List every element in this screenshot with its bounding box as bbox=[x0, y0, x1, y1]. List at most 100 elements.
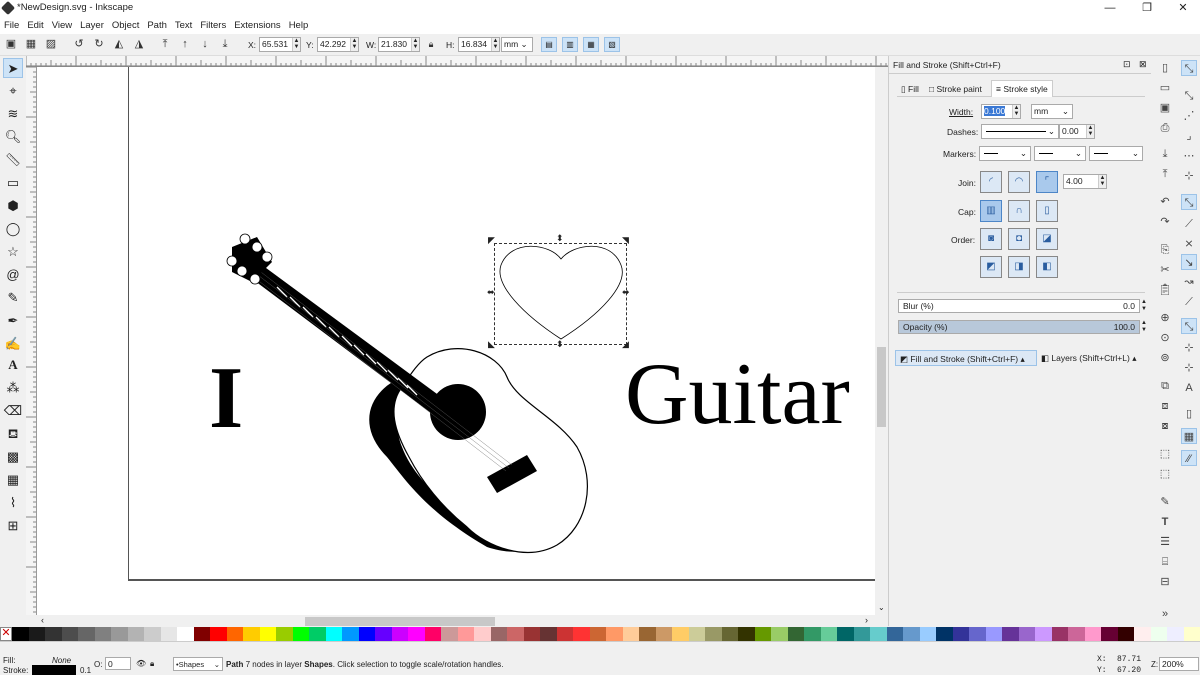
vertical-scroll-thumb[interactable] bbox=[877, 347, 886, 427]
menu-view[interactable]: View bbox=[48, 17, 76, 34]
miter-limit-spin-icon[interactable]: ▲ ▼ bbox=[1098, 175, 1106, 188]
raise-icon[interactable]: ↑ bbox=[178, 37, 192, 51]
save-icon[interactable]: ▣ bbox=[1157, 100, 1173, 116]
pen-tool-icon[interactable]: ✒ bbox=[3, 311, 23, 331]
fill-stroke-dialog-icon[interactable]: ✎ bbox=[1157, 494, 1173, 510]
print-icon[interactable]: ⎙ bbox=[1157, 120, 1173, 136]
snap-bbox-corners-icon[interactable]: ⌟ bbox=[1181, 128, 1197, 144]
lower-icon[interactable]: ↓ bbox=[198, 37, 212, 51]
scale-handle-n-icon[interactable]: ⬍ bbox=[556, 233, 564, 244]
open-icon[interactable]: ▭ bbox=[1157, 80, 1173, 96]
snap-others-icon[interactable]: ⤡ bbox=[1181, 318, 1197, 334]
miter-limit-input[interactable]: 4.00 ▲ ▼ bbox=[1063, 174, 1107, 189]
menu-object[interactable]: Object bbox=[108, 17, 143, 34]
palette-swatch[interactable] bbox=[226, 627, 243, 641]
palette-swatch[interactable] bbox=[540, 627, 557, 641]
width-unit-select[interactable]: mm ⌄ bbox=[1031, 104, 1073, 119]
palette-swatch[interactable] bbox=[721, 627, 738, 641]
new-document-icon[interactable]: ▯ bbox=[1157, 60, 1173, 76]
palette-swatch[interactable] bbox=[474, 627, 491, 641]
connector-tool-icon[interactable]: ⊞ bbox=[3, 516, 23, 536]
deselect-icon[interactable]: ▨ bbox=[44, 37, 58, 51]
snap-bbox-centers-icon[interactable]: ⊹ bbox=[1181, 168, 1197, 184]
rotate-cw-icon[interactable]: ↻ bbox=[92, 37, 106, 51]
palette-swatch[interactable] bbox=[1150, 627, 1167, 641]
palette-swatch[interactable] bbox=[342, 627, 359, 641]
palette-swatch[interactable] bbox=[1117, 627, 1134, 641]
x-spin-icon[interactable]: ▲ ▼ bbox=[292, 38, 300, 51]
palette-swatch[interactable] bbox=[1101, 627, 1118, 641]
more-commands-icon[interactable]: » bbox=[1157, 606, 1173, 622]
palette-swatch[interactable] bbox=[771, 627, 788, 641]
snap-bbox-edges-icon[interactable]: ⋰ bbox=[1181, 108, 1197, 124]
tweak-tool-icon[interactable]: ≋ bbox=[3, 104, 23, 124]
undo-icon[interactable]: ↶ bbox=[1157, 194, 1173, 210]
width-input[interactable]: 0.100 ▲ ▼ bbox=[981, 104, 1021, 119]
star-tool-icon[interactable]: ☆ bbox=[3, 242, 23, 262]
snap-intersections-icon[interactable]: ⨯ bbox=[1181, 236, 1197, 252]
menu-path[interactable]: Path bbox=[143, 17, 171, 34]
palette-swatch[interactable] bbox=[276, 627, 293, 641]
node-tool-icon[interactable]: ⌖ bbox=[3, 81, 23, 101]
xml-editor-icon[interactable]: ⌸ bbox=[1157, 554, 1173, 570]
menu-filters[interactable]: Filters bbox=[196, 17, 230, 34]
lower-to-bottom-icon[interactable]: ⤓ bbox=[218, 37, 232, 51]
blur-slider[interactable]: Blur (%) 0.0 bbox=[898, 299, 1140, 313]
stroke-swatch[interactable] bbox=[32, 665, 76, 675]
eye-icon[interactable]: 👁︎ bbox=[136, 659, 146, 668]
clone-icon[interactable]: ⧈ bbox=[1157, 398, 1173, 414]
palette-swatch[interactable] bbox=[78, 627, 95, 641]
snap-grids-icon[interactable]: ▦ bbox=[1181, 428, 1197, 444]
zoom-drawing-icon[interactable]: ⊙ bbox=[1157, 330, 1173, 346]
snap-paths-icon[interactable]: ⟋ bbox=[1181, 216, 1197, 232]
paint-bucket-tool-icon[interactable]: ⛾ bbox=[3, 424, 23, 444]
pencil-tool-icon[interactable]: ✎ bbox=[3, 288, 23, 308]
palette-swatch[interactable] bbox=[309, 627, 326, 641]
palette-swatch[interactable] bbox=[754, 627, 771, 641]
palette-swatch[interactable] bbox=[853, 627, 870, 641]
menu-extensions[interactable]: Extensions bbox=[230, 17, 284, 34]
palette-swatch[interactable] bbox=[573, 627, 590, 641]
copy-icon[interactable]: ⎘ bbox=[1157, 242, 1173, 258]
palette-swatch[interactable] bbox=[28, 627, 45, 641]
flip-vertical-icon[interactable]: ◮ bbox=[132, 37, 146, 51]
snap-centers-icon[interactable]: ⊹ bbox=[1181, 340, 1197, 356]
flip-horizontal-icon[interactable]: ◭ bbox=[112, 37, 126, 51]
dock-tab-fill-stroke[interactable]: ◩ Fill and Stroke (Shift+Ctrl+F) ▴ bbox=[895, 350, 1037, 366]
scale-handle-e-icon[interactable]: ⬌ bbox=[622, 287, 630, 298]
join-miter-icon[interactable]: ⌜ bbox=[1036, 171, 1058, 193]
measure-tool-icon[interactable]: 📏︎ bbox=[3, 150, 23, 170]
gradient-tool-icon[interactable]: ▩ bbox=[3, 447, 23, 467]
no-paint-icon[interactable]: ✕ bbox=[0, 627, 12, 641]
palette-swatch[interactable] bbox=[655, 627, 672, 641]
palette-swatch[interactable] bbox=[375, 627, 392, 641]
snap-nodes-icon[interactable]: ⤡ bbox=[1181, 194, 1197, 210]
scale-handle-nw-icon[interactable]: ◤ bbox=[488, 235, 495, 246]
scale-handle-ne-icon[interactable]: ◥ bbox=[622, 235, 629, 246]
horizontal-scrollbar[interactable]: ‹ › bbox=[37, 615, 888, 627]
float-dock-icon[interactable]: ⊡ bbox=[1123, 59, 1131, 70]
palette-swatch[interactable] bbox=[672, 627, 689, 641]
text-tool-icon[interactable]: A bbox=[3, 355, 23, 375]
scale-stroke-icon[interactable]: ▤ bbox=[541, 37, 557, 52]
move-gradients-icon[interactable]: ▦ bbox=[583, 37, 599, 52]
palette-swatch[interactable] bbox=[1002, 627, 1019, 641]
unit-select[interactable]: mm ⌄ bbox=[501, 37, 533, 52]
zoom-selection-icon[interactable]: ⊕ bbox=[1157, 310, 1173, 326]
order-stroke-markers-icon[interactable]: ◨ bbox=[1008, 256, 1030, 278]
order-stroke-fill-icon[interactable]: ◘ bbox=[1008, 228, 1030, 250]
blur-spin-icon[interactable]: ▲ ▼ bbox=[1141, 299, 1147, 313]
horizontal-scroll-thumb[interactable] bbox=[305, 617, 495, 626]
color-palette[interactable]: ✕ bbox=[0, 627, 1200, 641]
select-all-layers-icon[interactable]: ▦ bbox=[24, 37, 38, 51]
palette-swatch[interactable] bbox=[936, 627, 953, 641]
palette-swatch[interactable] bbox=[1051, 627, 1068, 641]
w-input[interactable]: 21.830 ▲ ▼ bbox=[378, 37, 420, 52]
zoom-input[interactable]: 200% bbox=[1159, 657, 1199, 671]
palette-swatch[interactable] bbox=[837, 627, 854, 641]
mid-marker-select[interactable]: ⌄ bbox=[1034, 146, 1086, 161]
order-normal-icon[interactable]: ◙ bbox=[980, 228, 1002, 250]
palette-swatch[interactable] bbox=[94, 627, 111, 641]
eraser-tool-icon[interactable]: ⌫ bbox=[3, 401, 23, 421]
fill-value[interactable]: None bbox=[52, 656, 71, 665]
